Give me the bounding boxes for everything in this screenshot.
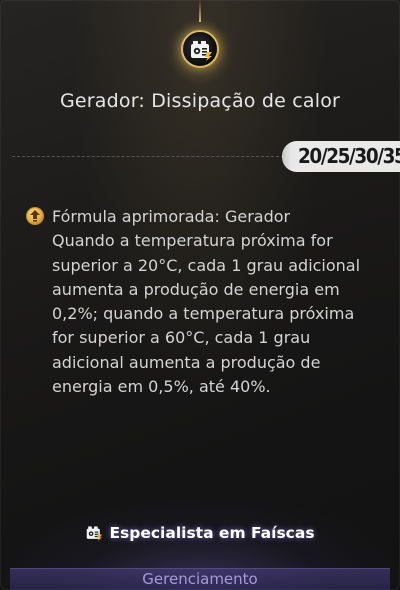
effect-line: Fórmula aprimorada: Gerador (52, 207, 291, 226)
level-value: 30 (354, 144, 378, 168)
title-divider (12, 156, 284, 157)
level-badge: 20/25/30/35 (282, 141, 400, 172)
level-value: 25 (326, 144, 350, 168)
skill-title: Gerador: Dissipação de calor (59, 90, 341, 112)
effect-line: aumenta a produção de energia em (52, 279, 340, 299)
level-value: 20 (298, 144, 322, 168)
effect-line: 0,2%; quando a temperatura próxima (52, 304, 355, 324)
effect-line: Quando a temperatura próxima for (52, 231, 333, 251)
effect-line: superior a 20°C, cada 1 grau adicional (52, 255, 361, 275)
specialist-tag: Especialista em Faíscas (0, 524, 400, 545)
effect-description: Fórmula aprimorada: Gerador Quando a tem… (52, 205, 382, 399)
level-value: 35 (382, 144, 400, 168)
skill-card: Gerador: Dissipação de calor 20/25/30/35… (0, 0, 400, 590)
effect-line: for superior a 60°C, cada 1 grau (52, 328, 311, 348)
specialist-label: Especialista em Faíscas (109, 524, 315, 542)
upgrade-arrow-icon (26, 207, 44, 225)
effect-line: adicional aumenta a produção de (52, 352, 321, 372)
level-values: 20/25/30/35 (298, 144, 400, 168)
effect-line: energia em 0,5%, até 40%. (52, 377, 271, 397)
category-tab-label: Gerenciamento (142, 570, 258, 588)
emblem-badge (181, 30, 219, 68)
generator-icon (85, 525, 103, 545)
skill-emblem (164, 0, 236, 100)
